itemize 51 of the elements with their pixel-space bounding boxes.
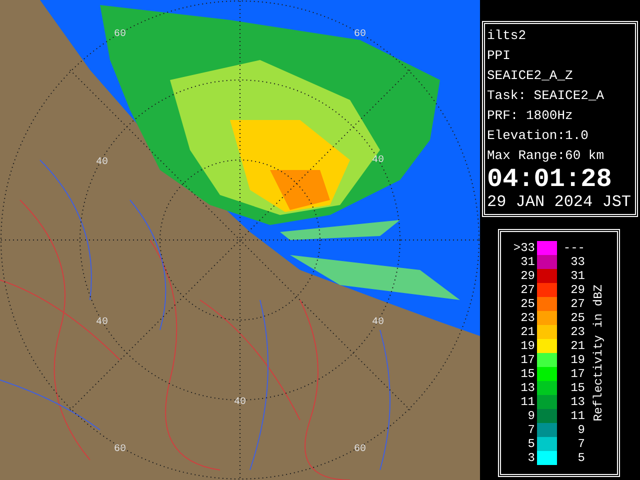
legend-high-label: 33 bbox=[570, 254, 585, 270]
range-label: 60 bbox=[114, 29, 126, 40]
legend-low-label: 23 bbox=[520, 310, 535, 326]
legend-high-label: 13 bbox=[570, 394, 585, 410]
legend-high-label: --- bbox=[562, 240, 585, 256]
date-text: 29 JAN 2024 JST bbox=[487, 192, 632, 212]
legend-low-label: 13 bbox=[520, 380, 535, 396]
legend-low-label: 19 bbox=[520, 338, 535, 354]
legend-high-label: 21 bbox=[570, 338, 585, 354]
time-text: 04:01:28 bbox=[487, 166, 613, 192]
info-line: Task: SEAICE2_A bbox=[487, 87, 606, 105]
legend-low-label: 9 bbox=[526, 408, 535, 424]
legend-low-label: 25 bbox=[520, 296, 535, 312]
info-line: PPI bbox=[487, 47, 512, 65]
range-label: 40 bbox=[372, 317, 384, 328]
range-label: 60 bbox=[114, 444, 126, 455]
range-label: 60 bbox=[354, 29, 366, 40]
legend-title: Reflectivity in dBZ bbox=[590, 284, 606, 422]
info-line: Max Range:60 km bbox=[487, 147, 606, 165]
info-line: Elevation:1.0 bbox=[487, 127, 590, 145]
legend-high-label: 31 bbox=[570, 268, 585, 284]
info-line: ilts2 bbox=[487, 27, 528, 45]
legend-high-label: 7 bbox=[576, 436, 585, 452]
legend-high-label: 29 bbox=[570, 282, 585, 298]
legend-high-label: 9 bbox=[576, 422, 585, 438]
legend-high-label: 19 bbox=[570, 352, 585, 368]
range-label: 40 bbox=[96, 157, 108, 168]
legend-high-label: 5 bbox=[576, 450, 585, 466]
legend-low-label: 3 bbox=[526, 450, 535, 466]
range-label: 60 bbox=[354, 444, 366, 455]
range-label: 40 bbox=[96, 317, 108, 328]
legend-low-label: 15 bbox=[520, 366, 535, 382]
legend-high-label: 23 bbox=[570, 324, 585, 340]
legend-high-label: 25 bbox=[570, 310, 585, 326]
legend-high-label: 11 bbox=[570, 408, 585, 424]
legend-low-label: 11 bbox=[520, 394, 535, 410]
legend-low-label: 27 bbox=[520, 282, 535, 298]
legend-low-label: >33 bbox=[512, 240, 535, 256]
range-label: 40 bbox=[372, 155, 384, 166]
legend-high-label: 15 bbox=[570, 380, 585, 396]
legend-high-label: 17 bbox=[570, 366, 585, 382]
legend-low-label: 31 bbox=[520, 254, 535, 270]
legend-low-label: 17 bbox=[520, 352, 535, 368]
legend-low-label: 21 bbox=[520, 324, 535, 340]
legend-high-label: 27 bbox=[570, 296, 585, 312]
range-label: 40 bbox=[234, 397, 246, 408]
legend-low-label: 5 bbox=[526, 436, 535, 452]
legend-low-label: 29 bbox=[520, 268, 535, 284]
info-line: SEAICE2_A_Z bbox=[487, 67, 574, 85]
info-line: PRF: 1800Hz bbox=[487, 107, 574, 125]
legend-low-label: 7 bbox=[526, 422, 535, 438]
